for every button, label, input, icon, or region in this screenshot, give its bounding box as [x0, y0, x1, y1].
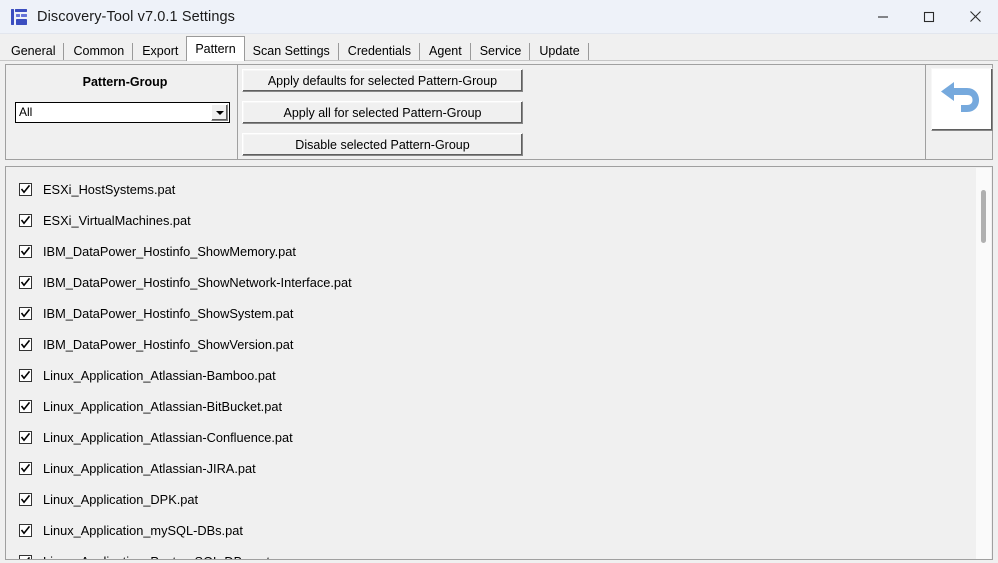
tab-label: Scan Settings — [252, 44, 330, 58]
tabstrip: General Common Export Pattern Scan Setti… — [0, 34, 998, 61]
list-item[interactable]: Linux_Application_Atlassian-BitBucket.pa… — [6, 391, 976, 422]
checkbox-checked-icon[interactable] — [19, 183, 32, 196]
titlebar: Discovery-Tool v7.0.1 Settings — [0, 0, 998, 34]
tab-common[interactable]: Common — [64, 41, 133, 61]
list-item-label: IBM_DataPower_Hostinfo_ShowMemory.pat — [43, 243, 296, 259]
list-item[interactable]: IBM_DataPower_Hostinfo_ShowSystem.pat — [6, 298, 976, 329]
checkbox-checked-icon[interactable] — [19, 555, 32, 559]
tab-label: Update — [539, 44, 580, 58]
pattern-group-selected-value: All — [19, 105, 33, 119]
tab-label: General — [11, 44, 56, 58]
tab-agent[interactable]: Agent — [420, 41, 471, 61]
checkbox-checked-icon[interactable] — [19, 462, 32, 475]
list-item-label: IBM_DataPower_Hostinfo_ShowNetwork-Inter… — [43, 274, 352, 290]
tab-credentials[interactable]: Credentials — [339, 41, 421, 61]
checkbox-checked-icon[interactable] — [19, 338, 32, 351]
minimize-icon[interactable] — [860, 0, 906, 33]
tab-label: Agent — [429, 44, 462, 58]
chevron-down-icon[interactable] — [211, 104, 228, 121]
checkbox-checked-icon[interactable] — [19, 400, 32, 413]
button-label: Disable selected Pattern-Group — [295, 137, 470, 152]
list-item[interactable]: IBM_DataPower_Hostinfo_ShowMemory.pat — [6, 236, 976, 267]
maximize-icon[interactable] — [906, 0, 952, 33]
discovery-tool-settings-window: Discovery-Tool v7.0.1 Settings General C… — [0, 0, 998, 563]
list-item-label: Linux_Application_Atlassian-BitBucket.pa… — [43, 398, 283, 414]
tab-export[interactable]: Export — [133, 41, 188, 61]
list-item[interactable]: ESXi_HostSystems.pat — [6, 174, 976, 205]
list-item-label: Linux_Application_PostgreSQL-DBs.pat — [43, 554, 270, 560]
button-label: Apply all for selected Pattern-Group — [283, 105, 482, 120]
pattern-list[interactable]: ESXi_HostSystems.pat ESXi_VirtualMachines… — [5, 166, 993, 560]
discovery-tool-logo-icon — [9, 7, 29, 27]
checkbox-checked-icon[interactable] — [19, 307, 32, 320]
tab-service[interactable]: Service — [471, 41, 531, 61]
checkbox-checked-icon[interactable] — [19, 245, 32, 258]
tab-scan-settings[interactable]: Scan Settings — [244, 41, 339, 61]
checkbox-checked-icon[interactable] — [19, 276, 32, 289]
list-item-label: Linux_Application_Atlassian-Bamboo.pat — [43, 367, 276, 383]
pattern-list-items: ESXi_HostSystems.pat ESXi_VirtualMachines… — [6, 167, 976, 560]
list-item-label: Linux_Application_Atlassian-Confluence.p… — [43, 429, 293, 445]
list-item[interactable]: Linux_Application_mySQL-DBs.pat — [6, 515, 976, 546]
list-item-label: Linux_Application_mySQL-DBs.pat — [43, 522, 243, 538]
list-item[interactable]: Linux_Application_Atlassian-Confluence.p… — [6, 422, 976, 453]
tab-general[interactable]: General — [2, 41, 65, 61]
undo-button[interactable] — [931, 68, 993, 131]
close-icon[interactable] — [952, 0, 998, 33]
list-item[interactable]: Linux_Application_Atlassian-JIRA.pat — [6, 453, 976, 484]
window-controls — [860, 0, 998, 33]
list-item-label: Linux_Application_Atlassian-JIRA.pat — [43, 460, 256, 476]
pattern-group-select[interactable]: All — [15, 102, 230, 123]
checkbox-checked-icon[interactable] — [19, 214, 32, 227]
list-item[interactable]: Linux_Application_DPK.pat — [6, 484, 976, 515]
checkbox-checked-icon[interactable] — [19, 431, 32, 444]
tab-update[interactable]: Update — [530, 41, 590, 61]
disable-selected-button[interactable]: Disable selected Pattern-Group — [242, 133, 523, 156]
panel-divider-right — [925, 65, 926, 159]
checkbox-checked-icon[interactable] — [19, 524, 32, 537]
list-item-label: ESXi_VirtualMachines.pat — [43, 212, 191, 228]
list-item[interactable]: Linux_Application_PostgreSQL-DBs.pat — [6, 546, 976, 560]
list-item-label: IBM_DataPower_Hostinfo_ShowSystem.pat — [43, 305, 294, 321]
undo-arrow-icon — [937, 75, 987, 124]
list-item[interactable]: IBM_DataPower_Hostinfo_ShowVersion.pat — [6, 329, 976, 360]
pattern-group-heading: Pattern-Group — [82, 75, 168, 89]
list-item-label: Linux_Application_DPK.pat — [43, 491, 199, 507]
list-item-label: ESXi_HostSystems.pat — [43, 181, 176, 197]
window-title: Discovery-Tool v7.0.1 Settings — [37, 8, 236, 25]
apply-defaults-button[interactable]: Apply defaults for selected Pattern-Grou… — [242, 69, 523, 92]
apply-all-button[interactable]: Apply all for selected Pattern-Group — [242, 101, 523, 124]
tabs: General Common Export Pattern Scan Setti… — [2, 34, 590, 61]
tab-label: Common — [73, 44, 125, 58]
tab-label: Pattern — [195, 42, 236, 56]
list-item-label: IBM_DataPower_Hostinfo_ShowVersion.pat — [43, 336, 294, 352]
list-item[interactable]: ESXi_VirtualMachines.pat — [6, 205, 976, 236]
list-item[interactable]: IBM_DataPower_Hostinfo_ShowNetwork-Inter… — [6, 267, 976, 298]
tab-pattern[interactable]: Pattern — [186, 36, 245, 61]
checkbox-checked-icon[interactable] — [19, 369, 32, 382]
button-label: Apply defaults for selected Pattern-Grou… — [267, 73, 498, 88]
vertical-scrollbar[interactable] — [976, 168, 991, 559]
pattern-group-panel: Pattern-Group All Apply defaults for sel… — [5, 64, 993, 160]
panel-divider-left — [237, 65, 238, 159]
tab-label: Service — [479, 44, 522, 58]
tab-label: Export — [142, 44, 179, 58]
list-item[interactable]: Linux_Application_Atlassian-Bamboo.pat — [6, 360, 976, 391]
scrollbar-thumb[interactable] — [981, 190, 986, 243]
tab-label: Credentials — [347, 44, 412, 58]
checkbox-checked-icon[interactable] — [19, 493, 32, 506]
